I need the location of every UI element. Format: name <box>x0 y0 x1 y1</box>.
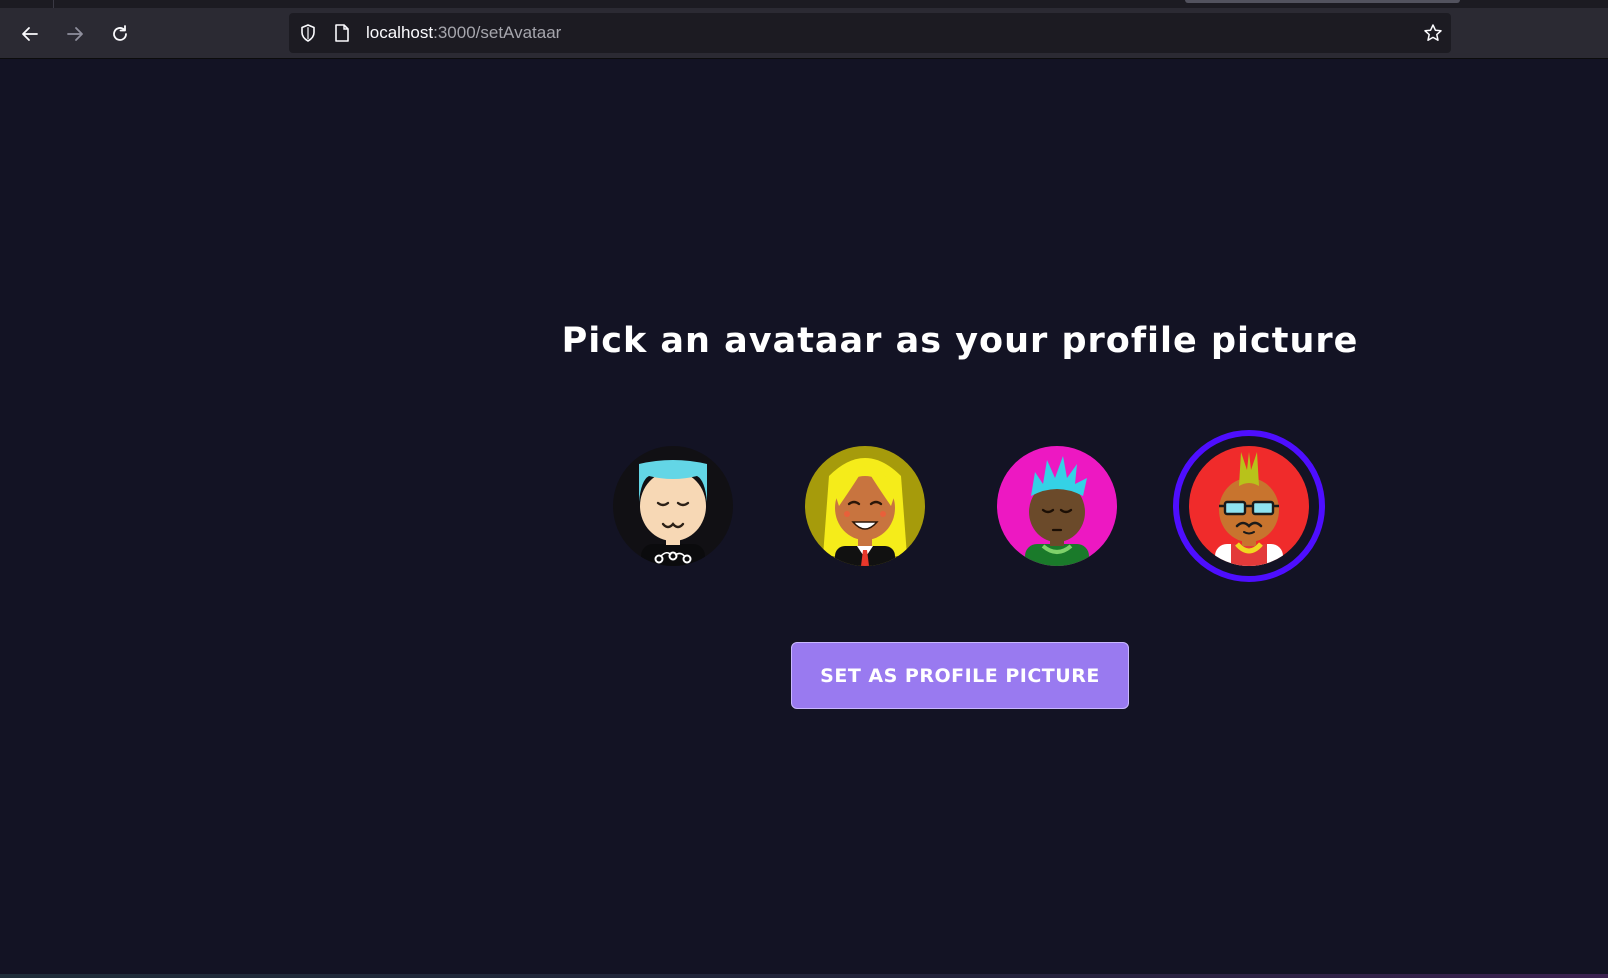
back-button[interactable] <box>14 18 46 50</box>
url-host: localhost <box>366 23 434 42</box>
avatar-option-4[interactable] <box>1173 430 1325 582</box>
reload-icon <box>113 25 127 41</box>
url-path: :3000/setAvataar <box>433 23 562 42</box>
reload-button[interactable] <box>104 18 136 50</box>
window-bottom-edge <box>0 974 1608 978</box>
avatar-3-image <box>997 446 1117 566</box>
page-icon[interactable] <box>333 23 351 43</box>
avatar-2-image <box>805 446 925 566</box>
page-title: Pick an avataar as your profile picture <box>561 321 1359 361</box>
url-bar[interactable]: localhost:3000/setAvataar <box>289 13 1451 53</box>
back-arrow-icon <box>22 27 38 41</box>
forward-arrow-icon <box>67 27 83 41</box>
avatar-option-1[interactable] <box>597 430 749 582</box>
avatar-1-image <box>613 446 733 566</box>
avatar-option-3[interactable] <box>981 430 1133 582</box>
bookmark-star-icon[interactable] <box>1423 23 1443 43</box>
avatar-option-2[interactable] <box>789 430 941 582</box>
avatar-4-image <box>1189 446 1309 566</box>
browser-toolbar: localhost:3000/setAvataar <box>0 8 1608 59</box>
set-profile-picture-button[interactable]: SET AS PROFILE PICTURE <box>791 642 1129 709</box>
tab-divider <box>53 0 54 8</box>
url-text[interactable]: localhost:3000/setAvataar <box>366 23 561 43</box>
forward-button[interactable] <box>59 18 91 50</box>
active-tab-indicator[interactable] <box>1185 0 1460 3</box>
shield-icon[interactable] <box>298 23 318 43</box>
set-avatar-page: Pick an avataar as your profile picture <box>0 59 1608 974</box>
tab-strip <box>0 0 1608 8</box>
